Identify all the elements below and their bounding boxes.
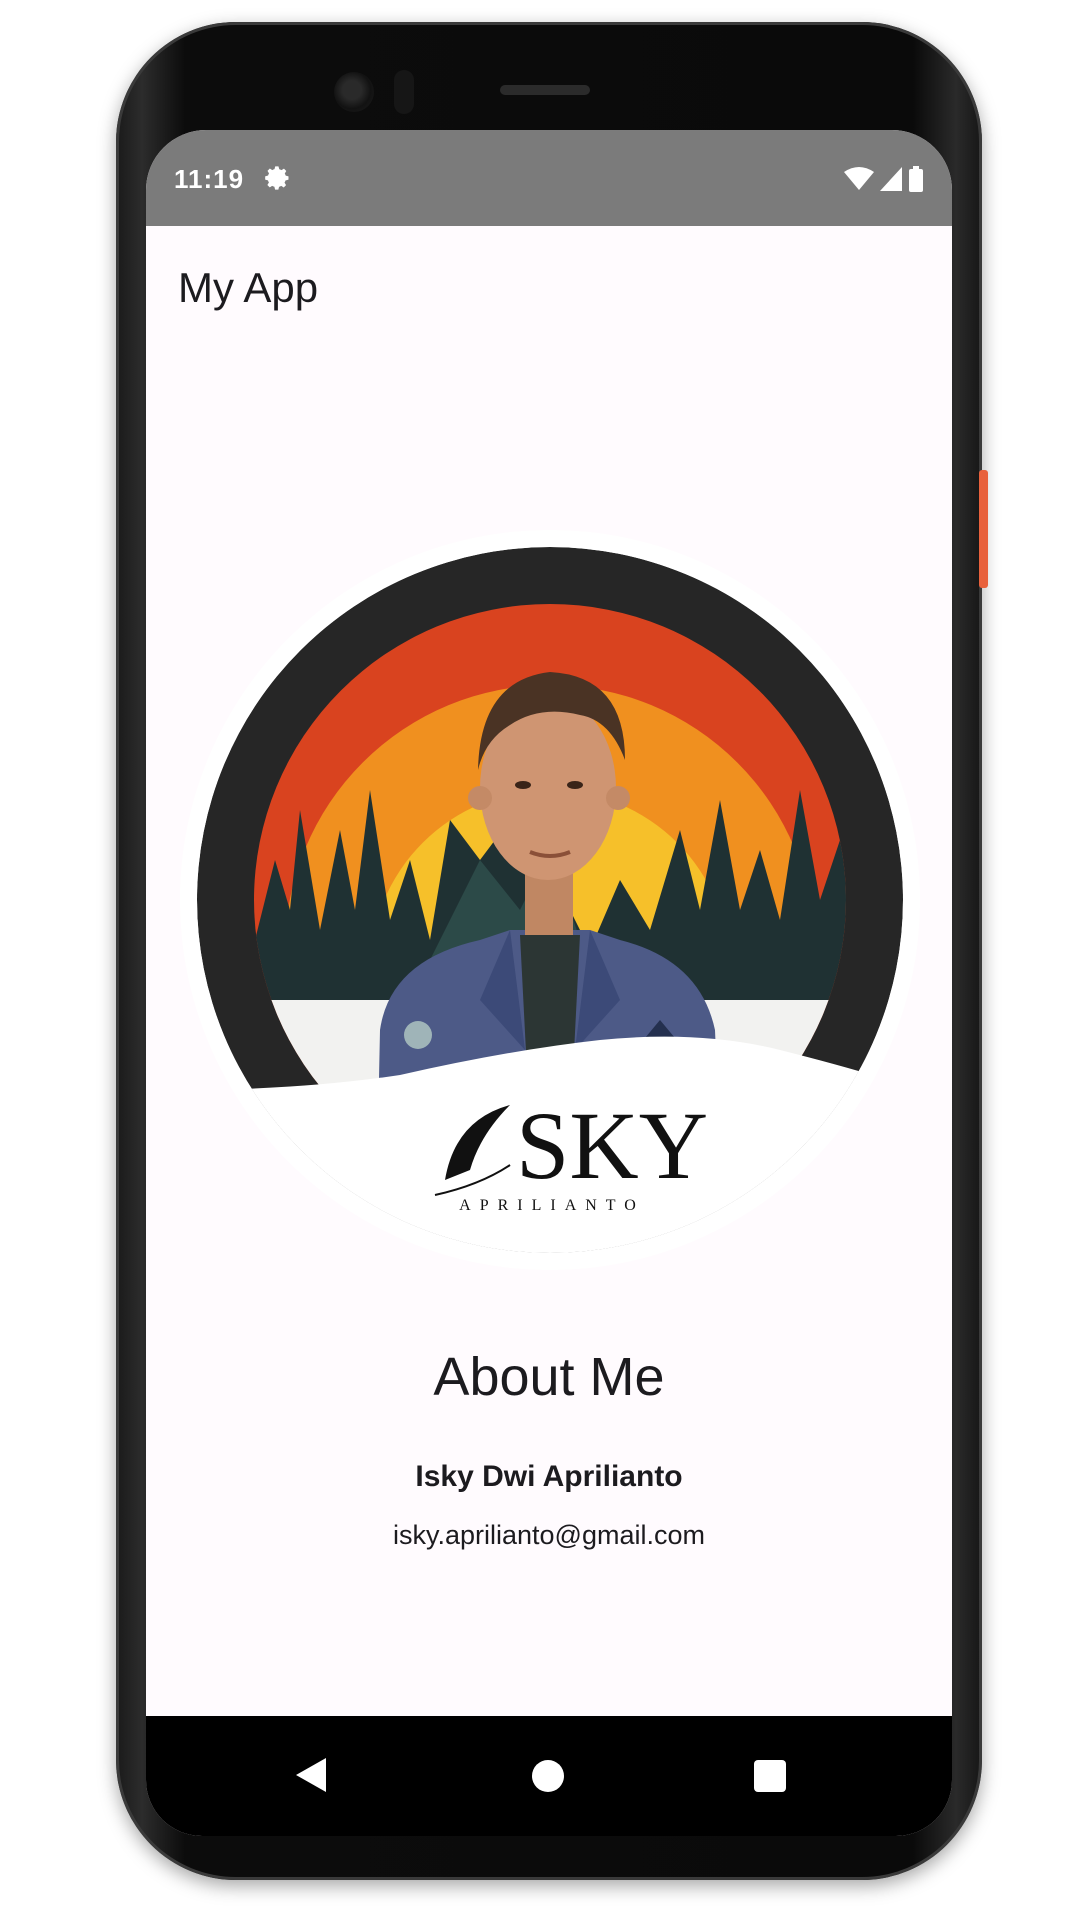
back-icon[interactable] — [296, 1758, 326, 1792]
home-icon[interactable] — [532, 1760, 564, 1792]
status-icons — [844, 166, 924, 192]
navigation-bar — [146, 1716, 952, 1836]
gear-icon — [265, 166, 289, 190]
signal-icon — [880, 167, 902, 191]
proximity-sensor — [394, 70, 414, 114]
profile-name: Isky Dwi Aprilianto — [415, 1460, 683, 1493]
wifi-icon — [844, 167, 874, 190]
battery-icon — [909, 166, 923, 192]
status-time: 11:19 — [174, 164, 245, 194]
avatar-logo-sub: APRILIANTO — [459, 1197, 645, 1214]
app-title: My App — [178, 264, 319, 311]
front-camera — [334, 72, 374, 112]
device-screen: 11:19 My App SKY APRILIANTO About Me Isk… — [146, 130, 952, 1836]
earpiece-speaker — [500, 85, 590, 95]
about-me-heading: About Me — [433, 1347, 665, 1407]
profile-photo: SKY APRILIANTO — [180, 530, 920, 1270]
avatar-logo-main: SKY — [516, 1092, 708, 1199]
power-button — [979, 470, 988, 588]
status-bar: 11:19 — [146, 130, 952, 226]
profile-avatar: SKY APRILIANTO — [180, 530, 920, 1270]
profile-email: isky.aprilianto@gmail.com — [392, 1520, 705, 1550]
recents-icon[interactable] — [754, 1760, 786, 1792]
